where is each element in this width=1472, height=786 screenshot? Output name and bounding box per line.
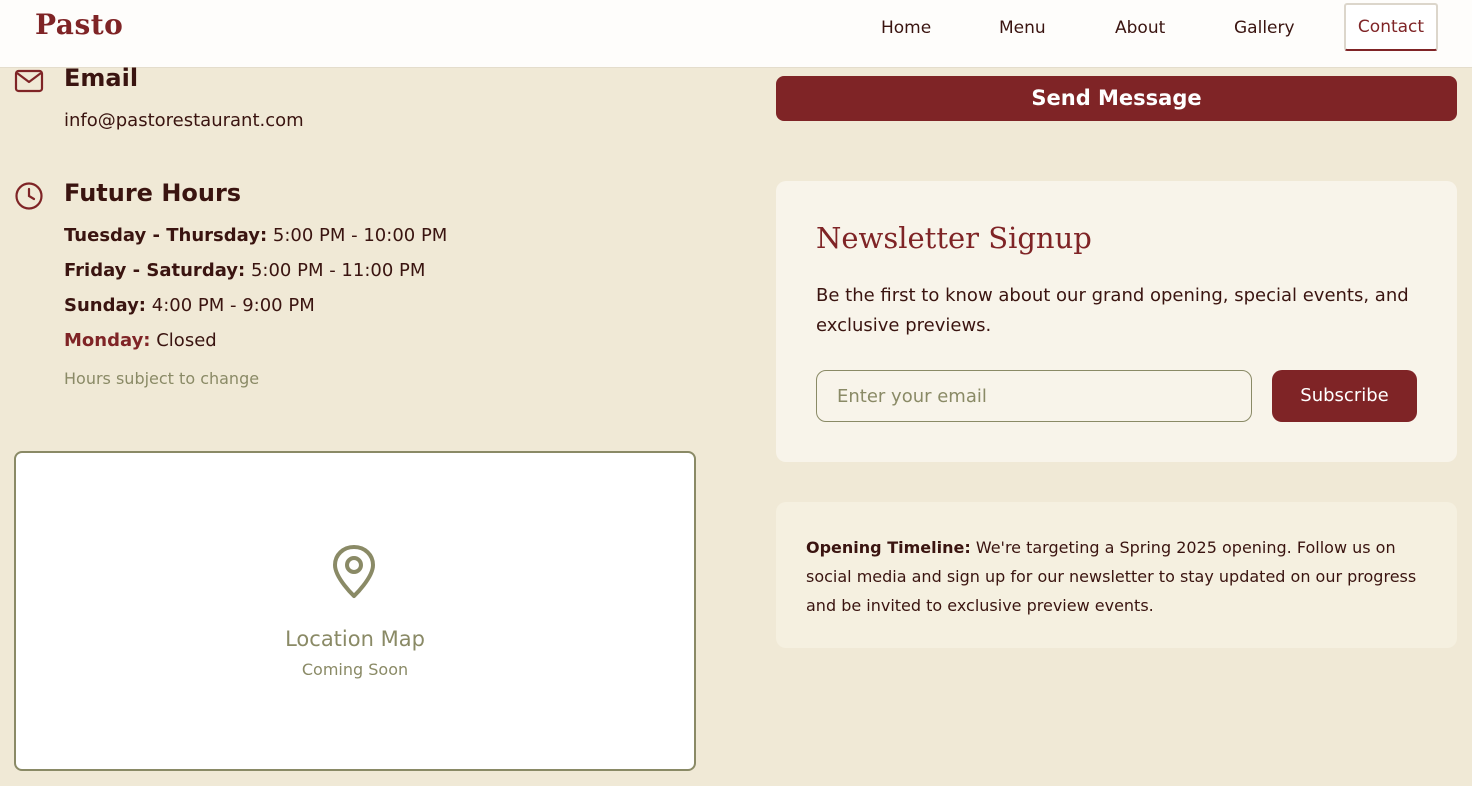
hours-note: Hours subject to change (64, 369, 260, 388)
top-nav: Pasto Home Menu About Gallery Contact (0, 0, 1472, 68)
mail-icon (14, 68, 44, 98)
hours-row: Sunday: 4:00 PM - 9:00 PM (64, 295, 315, 316)
email-heading: Email (64, 64, 139, 92)
location-map-placeholder: Location Map Coming Soon (14, 451, 696, 771)
hours-days: Friday - Saturday: (64, 260, 246, 281)
nav-contact[interactable]: Contact (1344, 3, 1438, 51)
hours-days: Sunday: (64, 295, 147, 316)
hours-row: Monday: Closed (64, 330, 217, 351)
newsletter-email-input[interactable] (816, 370, 1252, 422)
hours-days: Monday: (64, 330, 151, 351)
map-subtitle: Coming Soon (301, 660, 409, 679)
newsletter-description: Be the first to know about our grand ope… (816, 285, 1409, 336)
map-title: Location Map (285, 627, 425, 651)
hours-days: Tuesday - Thursday: (64, 225, 268, 246)
opening-timeline-card: Opening Timeline: We're targeting a Spri… (776, 502, 1457, 648)
nav-about[interactable]: About (1115, 18, 1165, 38)
hours-time: 5:00 PM - 11:00 PM (245, 260, 426, 281)
hours-time: 4:00 PM - 9:00 PM (146, 295, 315, 316)
timeline-text: Opening Timeline: We're targeting a Spri… (806, 533, 1436, 620)
send-message-button[interactable]: Send Message (776, 76, 1457, 121)
newsletter-card: Newsletter Signup Be the first to know a… (776, 181, 1457, 462)
subscribe-button[interactable]: Subscribe (1272, 370, 1417, 422)
hours-row: Tuesday - Thursday: 5:00 PM - 10:00 PM (64, 225, 447, 246)
email-address[interactable]: info@pastorestaurant.com (64, 110, 304, 131)
timeline-label: Opening Timeline: (806, 538, 971, 557)
nav-home[interactable]: Home (881, 18, 931, 38)
newsletter-title: Newsletter Signup (816, 221, 1092, 255)
hours-time: 5:00 PM - 10:00 PM (267, 225, 448, 246)
map-pin-icon (329, 543, 379, 605)
nav-gallery[interactable]: Gallery (1234, 18, 1295, 38)
hours-row: Friday - Saturday: 5:00 PM - 11:00 PM (64, 260, 425, 281)
brand-logo[interactable]: Pasto (35, 8, 123, 41)
hours-heading: Future Hours (64, 179, 242, 207)
nav-menu[interactable]: Menu (999, 18, 1046, 38)
clock-icon (14, 181, 44, 215)
hours-time: Closed (150, 330, 217, 351)
